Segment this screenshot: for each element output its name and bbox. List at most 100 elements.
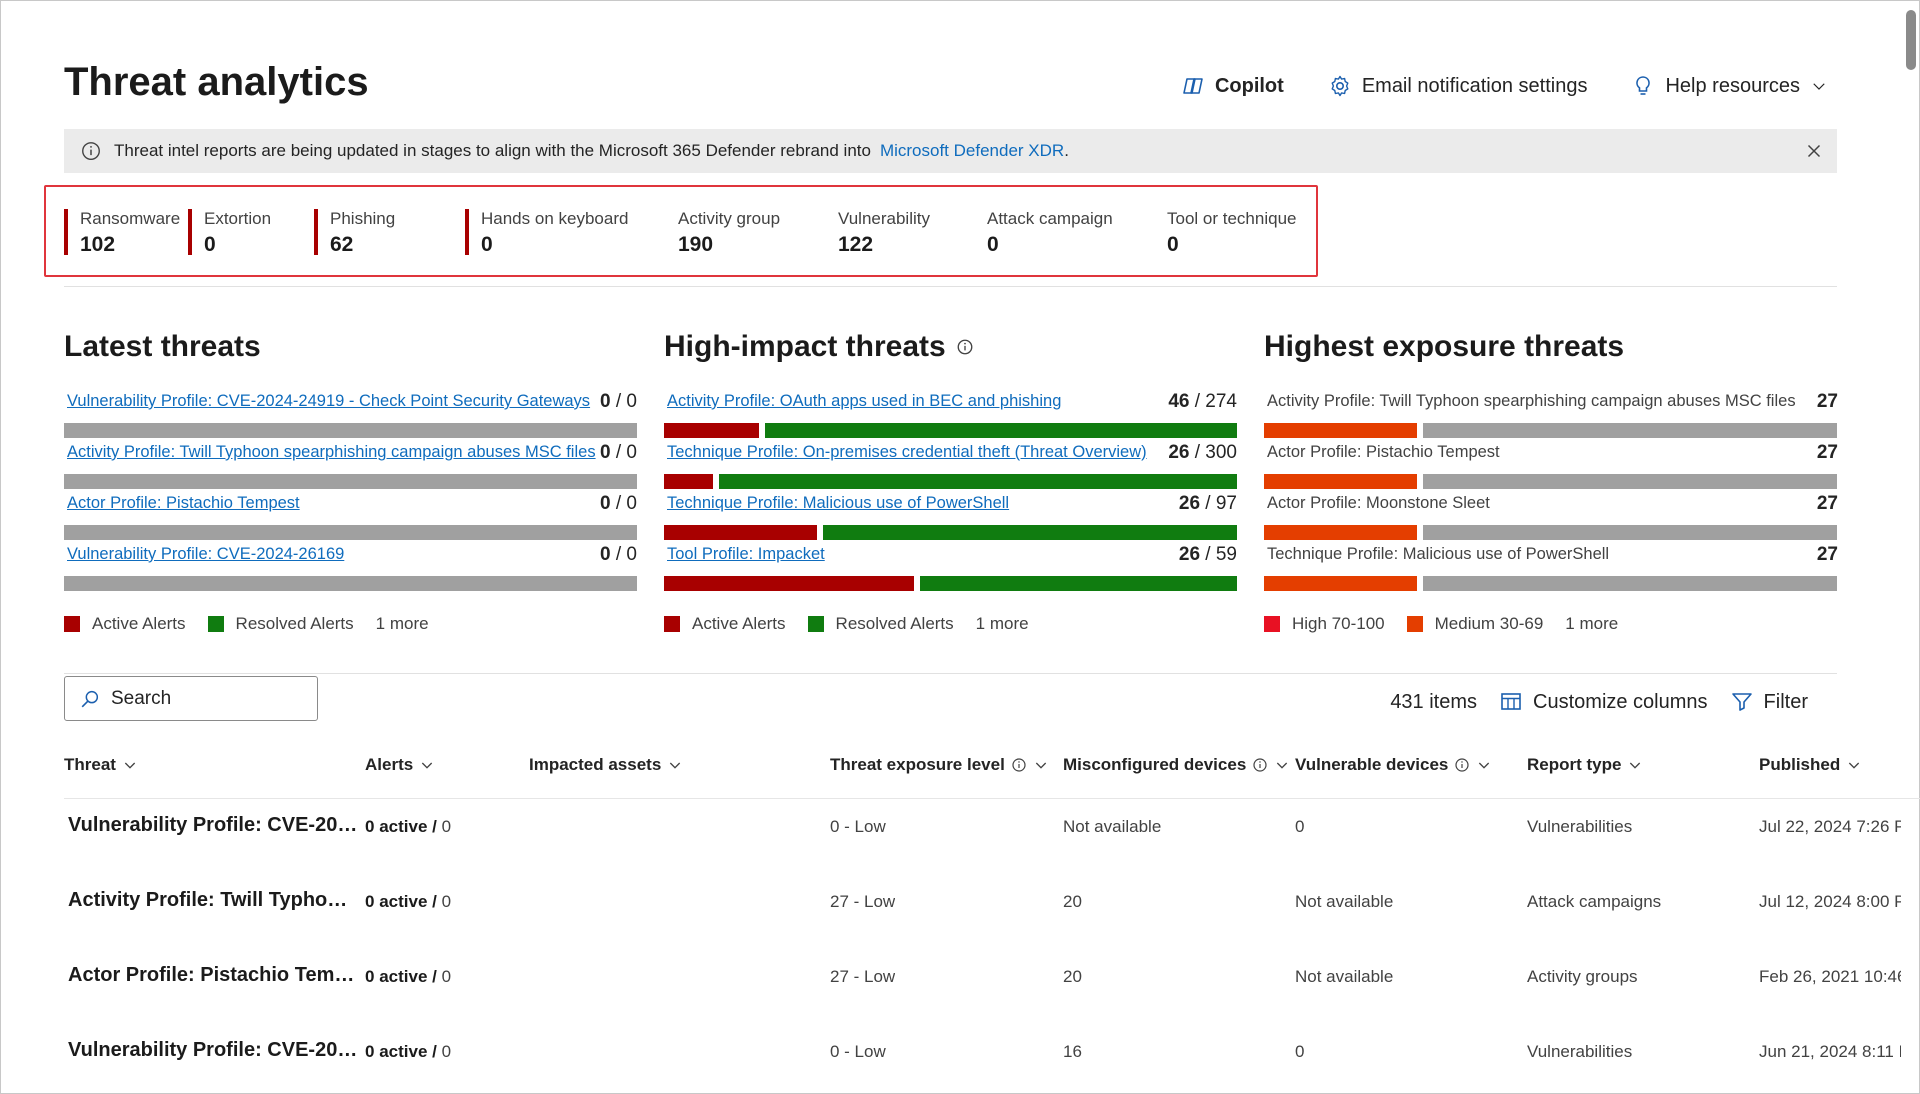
card-value: 62 (330, 233, 354, 256)
card-extortion[interactable]: Extortion 0 (188, 209, 271, 256)
alerts-active-suffix: active (374, 892, 428, 911)
legend-swatch (64, 616, 80, 632)
search-input[interactable]: Search (64, 676, 318, 721)
customize-columns-button[interactable]: Customize columns (1499, 690, 1708, 714)
total-count: 300 (1205, 442, 1237, 463)
bar-resolved-segment (920, 576, 1237, 591)
latest-threat-count: 0 / 0 (600, 544, 637, 565)
divider (64, 286, 1837, 287)
cell-threat[interactable]: Vulnerability Profile: CVE-2024... (68, 814, 358, 837)
cell-report-type: Vulnerabilities (1527, 1042, 1633, 1061)
cell-exposure-level: 27 - Low (830, 892, 896, 911)
cell-threat[interactable]: Activity Profile: Twill Typhoon s... (68, 889, 358, 912)
active-count: 0 (600, 493, 611, 514)
bar-empty-segment (64, 576, 637, 591)
legend-more-button[interactable]: 1 more (1565, 614, 1618, 634)
bar-active-segment (664, 423, 759, 438)
cell-threat[interactable]: Vulnerability Profile: CVE-2024... (68, 1039, 358, 1062)
legend-resolved-alerts: Resolved Alerts (207, 614, 354, 634)
high-impact-threat-link[interactable]: Activity Profile: OAuth apps used in BEC… (667, 392, 1061, 411)
chevron-down-icon (1630, 762, 1641, 769)
info-icon[interactable] (956, 338, 974, 356)
bar-exposure-segment (1264, 525, 1417, 540)
top-actions: Copilot Email notification settings Help… (1181, 74, 1828, 98)
latest-threat-link[interactable]: Vulnerability Profile: CVE-2024-24919 - … (67, 392, 590, 411)
latest-threat-bar (64, 576, 637, 591)
cell-alerts: 0 active / 0 (365, 892, 452, 911)
alerts-total: 0 (441, 967, 452, 986)
threat-category-cards: Ransomware 102 Extortion 0 Phishing 62 H… (44, 185, 1318, 277)
exposure-score: 27 (1817, 544, 1838, 566)
card-phishing[interactable]: Phishing 62 (314, 209, 395, 256)
card-value: 0 (987, 233, 999, 256)
latest-threat-link[interactable]: Activity Profile: Twill Typhoon spearphi… (67, 443, 596, 462)
cell-alerts: 0 active / 0 (365, 967, 452, 986)
exposure-threat-name[interactable]: Actor Profile: Moonstone Sleet (1267, 494, 1490, 513)
total-count: 0 (626, 544, 637, 565)
exposure-score-value: 27 (1816, 391, 1838, 412)
exposure-score: 27 (1817, 442, 1838, 464)
column-header-threat-exposure-level[interactable]: Threat exposure level (830, 755, 1049, 775)
card-tool-or-technique[interactable]: Tool or technique 0 (1153, 209, 1297, 256)
card-label: Tool or technique (1167, 209, 1297, 228)
highest-exposure-heading: Highest exposure threats (1264, 330, 1625, 363)
help-resources-button[interactable]: Help resources (1631, 74, 1828, 98)
cell-misconfigured: Not available (1063, 817, 1162, 836)
high-impact-threat-link[interactable]: Technique Profile: On-premises credentia… (667, 443, 1147, 462)
total-count: 274 (1205, 391, 1237, 412)
latest-threat-link[interactable]: Vulnerability Profile: CVE-2024-26169 (67, 545, 344, 564)
legend-more-button[interactable]: 1 more (976, 614, 1029, 634)
legend-label: Resolved Alerts (235, 614, 354, 633)
banner-period: . (1064, 141, 1069, 160)
columns-icon (1501, 693, 1521, 710)
card-ransomware[interactable]: Ransomware 102 (64, 209, 180, 256)
info-icon (1012, 758, 1026, 772)
legend-more-button[interactable]: 1 more (376, 614, 429, 634)
exposure-threat-name[interactable]: Technique Profile: Malicious use of Powe… (1267, 545, 1609, 564)
alerts-total: 0 (441, 817, 452, 836)
exposure-score: 27 (1817, 391, 1838, 413)
column-header-alerts[interactable]: Alerts (365, 755, 435, 775)
column-header-threat[interactable]: Threat (64, 755, 138, 775)
card-vulnerability[interactable]: Vulnerability 122 (824, 209, 930, 256)
filter-button[interactable]: Filter (1730, 690, 1808, 714)
column-header-impacted-assets[interactable]: Impacted assets (529, 755, 683, 775)
cell-misconfigured: 20 (1063, 967, 1082, 986)
cell-published: Feb 26, 2021 10:46 AM (1759, 967, 1901, 986)
latest-threat-link[interactable]: Actor Profile: Pistachio Tempest (67, 494, 300, 513)
high-impact-threat-bar (664, 474, 1237, 489)
email-notification-settings-button[interactable]: Email notification settings (1328, 74, 1587, 98)
scrollbar-thumb[interactable] (1906, 10, 1916, 70)
close-icon[interactable] (1803, 140, 1825, 162)
column-header-label: Impacted assets (529, 755, 662, 774)
high-impact-threat-link[interactable]: Technique Profile: Malicious use of Powe… (667, 494, 1009, 513)
card-activity-group[interactable]: Activity group 190 (664, 209, 780, 256)
column-header-misconfigured-devices[interactable]: Misconfigured devices (1063, 755, 1290, 775)
card-value: 0 (204, 233, 216, 256)
exposure-threat-name[interactable]: Actor Profile: Pistachio Tempest (1267, 443, 1500, 462)
column-header-vulnerable-devices[interactable]: Vulnerable devices (1295, 755, 1492, 775)
bar-empty-segment (64, 423, 637, 438)
banner-link[interactable]: Microsoft Defender XDR (880, 141, 1064, 161)
high-impact-threat-link[interactable]: Tool Profile: Impacket (667, 545, 825, 564)
bar-resolved-segment (719, 474, 1237, 489)
column-header-published[interactable]: Published (1759, 755, 1862, 775)
card-hands-on-keyboard[interactable]: Hands on keyboard 0 (465, 209, 628, 256)
active-count: 0 (600, 544, 611, 565)
latest-threats-legend: Active Alerts Resolved Alerts 1 more (64, 614, 429, 634)
high-impact-threat-bar (664, 576, 1237, 591)
latest-threat-count: 0 / 0 (600, 493, 637, 514)
cell-vulnerable: Not available (1295, 967, 1394, 986)
bar-active-segment (664, 525, 817, 540)
chevron-down-icon (124, 762, 136, 769)
column-header-report-type[interactable]: Report type (1527, 755, 1643, 775)
cell-threat[interactable]: Actor Profile: Pistachio Tempest (68, 964, 358, 987)
column-header-label: Alerts (365, 755, 414, 774)
bar-empty-segment (1423, 525, 1837, 540)
legend-label: Active Alerts (692, 614, 786, 633)
exposure-threat-name[interactable]: Activity Profile: Twill Typhoon spearphi… (1267, 392, 1796, 411)
copilot-button[interactable]: Copilot (1181, 74, 1284, 98)
latest-threat-count: 0 / 0 (600, 442, 637, 463)
active-count: 0 (600, 442, 611, 463)
card-attack-campaign[interactable]: Attack campaign 0 (973, 209, 1113, 256)
